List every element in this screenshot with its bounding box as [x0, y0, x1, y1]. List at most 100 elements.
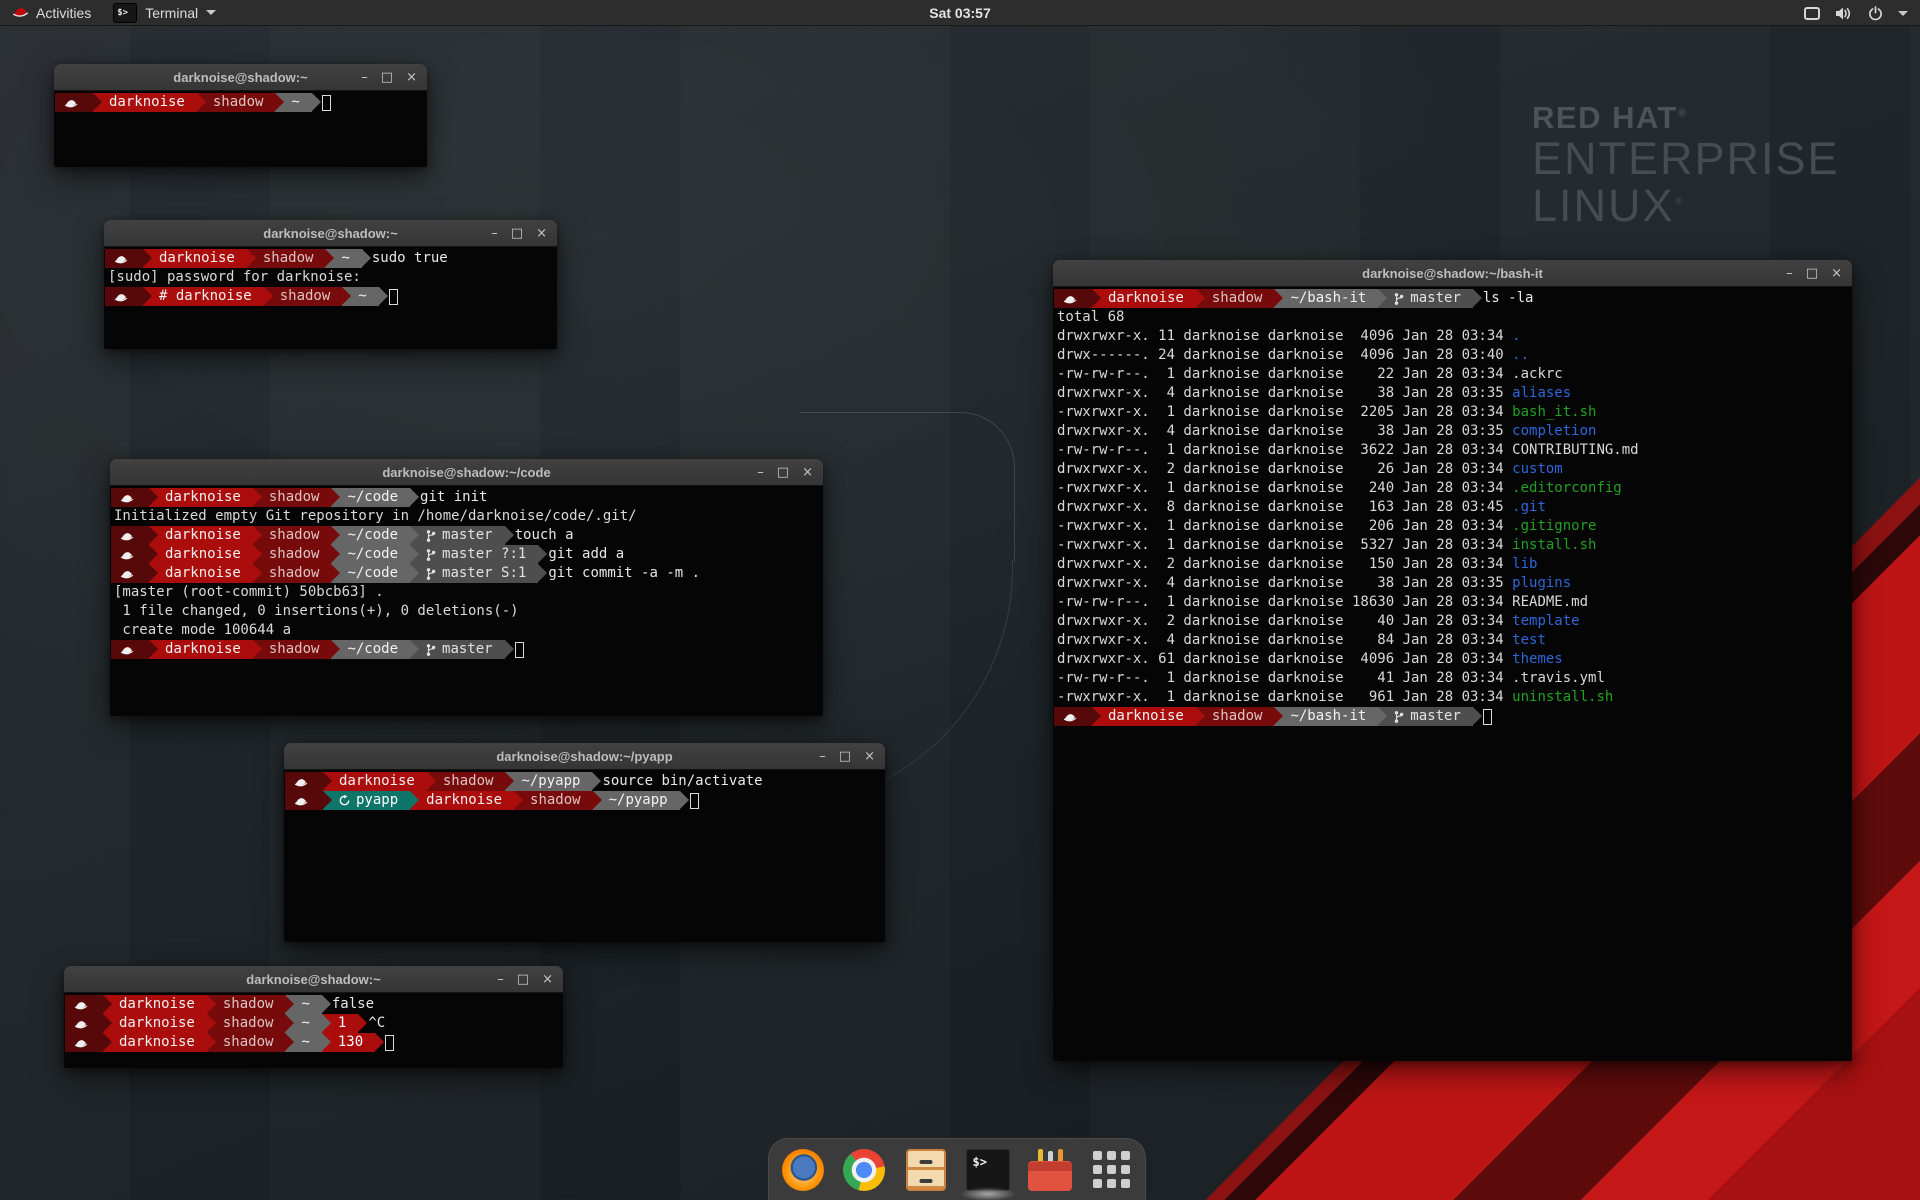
ls-row-filename: completion [1512, 422, 1596, 441]
ls-row-filename: test [1512, 631, 1546, 650]
terminal-icon: $> [966, 1149, 1010, 1191]
ls-row-meta: drwxrwxr-x. 4 darknoise darknoise 84 Jan… [1054, 631, 1512, 650]
minimize-button[interactable]: – [361, 64, 368, 91]
maximize-button[interactable]: □ [1806, 260, 1818, 287]
prompt-segment-hat [111, 564, 149, 583]
close-button[interactable]: × [536, 220, 547, 247]
maximize-button[interactable]: □ [517, 966, 529, 993]
close-button[interactable]: × [802, 459, 813, 486]
ls-row-meta: -rwxrwxr-x. 1 darknoise darknoise 240 Ja… [1054, 479, 1512, 498]
window-titlebar[interactable]: darknoise@shadow:~/bash-it –□ × [1053, 260, 1852, 287]
ls-row-meta: -rw-rw-r--. 1 darknoise darknoise 41 Jan… [1054, 669, 1512, 688]
terminal-body[interactable]: darknoiseshadow~/codegit initInitialized… [110, 486, 823, 716]
prompt-segment-user: darknoise [149, 488, 253, 507]
terminal-output-text: total 68 [1054, 308, 1124, 327]
terminal-line: drwxrwxr-x. 4 darknoise darknoise 84 Jan… [1054, 631, 1852, 650]
terminal-body[interactable]: darknoiseshadow~ [54, 91, 427, 167]
prompt-segment-hat [1054, 289, 1092, 308]
terminal-line: -rwxrwxr-x. 1 darknoise darknoise 240 Ja… [1054, 479, 1852, 498]
file-cabinet-icon [906, 1149, 946, 1191]
terminal-body[interactable]: darknoiseshadow~sudo true[sudo] password… [104, 247, 557, 349]
ls-row-meta: -rwxrwxr-x. 1 darknoise darknoise 206 Ja… [1054, 517, 1512, 536]
activities-button[interactable]: Activities [0, 0, 103, 25]
rhel-logo-linux: LINUX® [1532, 183, 1840, 230]
terminal-window[interactable]: darknoise@shadow:~–□×darknoiseshadow~fal… [64, 966, 563, 1068]
window-titlebar[interactable]: darknoise@shadow:~/code–□× [110, 459, 823, 486]
window-controls: –□ × [491, 220, 547, 247]
close-button[interactable]: × [542, 966, 553, 993]
display-icon [1804, 7, 1820, 20]
window-titlebar[interactable]: darknoise@shadow:~–□× [64, 966, 563, 993]
minimize-button[interactable]: – [819, 743, 826, 770]
prompt-segment-host: shadow [1196, 289, 1275, 308]
dock-item-toolbox[interactable] [1028, 1148, 1072, 1192]
ls-row-meta: -rwxrwxr-x. 1 darknoise darknoise 2205 J… [1054, 403, 1512, 422]
dock-item-firefox[interactable] [781, 1148, 825, 1192]
terminal-window[interactable]: darknoise@shadow:~/code–□×darknoiseshado… [110, 459, 823, 716]
dock: $> [768, 1138, 1146, 1200]
app-menu-terminal[interactable]: $> Terminal [103, 0, 226, 25]
toolbox-icon [1028, 1149, 1072, 1191]
prompt-segment-user: darknoise [323, 772, 427, 791]
maximize-button[interactable]: □ [381, 64, 393, 91]
prompt-segment-hat [65, 1014, 103, 1033]
prompt-segment-path: ~/code [331, 545, 410, 564]
window-titlebar[interactable]: darknoise@shadow:~–□× [54, 64, 427, 91]
ls-row-meta: -rw-rw-r--. 1 darknoise darknoise 3622 J… [1054, 441, 1512, 460]
prompt-segment-path: ~/pyapp [505, 772, 592, 791]
prompt-segment-host: shadow [253, 488, 332, 507]
window-titlebar[interactable]: darknoise@shadow:~–□× [104, 220, 557, 247]
window-controls: –□ × [819, 743, 875, 770]
activities-label: Activities [36, 5, 91, 21]
ls-row-filename: install.sh [1512, 536, 1596, 555]
prompt-segment-host: shadow [247, 249, 326, 268]
app-menu-label: Terminal [145, 5, 198, 21]
prompt-segment-path: ~/code [331, 564, 410, 583]
close-button[interactable]: × [864, 743, 875, 770]
terminal-line: darknoiseshadow~/pyappsource bin/activat… [285, 772, 885, 791]
maximize-button[interactable]: □ [839, 743, 851, 770]
terminal-window[interactable]: darknoise@shadow:~/bash-it –□ ×darknoisesh… [1053, 260, 1852, 1061]
terminal-output-text: create mode 100644 a [111, 621, 291, 640]
dock-item-app-grid[interactable] [1090, 1148, 1134, 1192]
minimize-button[interactable]: – [491, 220, 498, 247]
minimize-button[interactable]: – [497, 966, 504, 993]
prompt-segment-user: darknoise [93, 93, 197, 112]
minimize-button[interactable]: – [1786, 260, 1793, 287]
maximize-button[interactable]: □ [777, 459, 789, 486]
clock[interactable]: Sat 03:57 [929, 5, 990, 21]
dock-item-terminal[interactable]: $> [966, 1148, 1010, 1192]
command-text: ^C [368, 1014, 385, 1033]
prompt-segment-path: ~/code [331, 640, 410, 659]
close-button[interactable]: × [1831, 260, 1842, 287]
ls-row-meta: drwxrwxr-x. 2 darknoise darknoise 150 Ja… [1054, 555, 1512, 574]
ls-row-filename: .gitignore [1512, 517, 1596, 536]
prompt-segment-host: shadow [253, 640, 332, 659]
terminal-line: Initialized empty Git repository in /hom… [111, 507, 823, 526]
terminal-window[interactable]: darknoise@shadow:~–□×darknoiseshadow~sud… [104, 220, 557, 349]
window-titlebar[interactable]: darknoise@shadow:~/pyapp–□× [284, 743, 885, 770]
terminal-body[interactable]: darknoiseshadow~/bash-itmasterls -latota… [1053, 287, 1852, 1061]
terminal-body[interactable]: darknoiseshadow~falsedarknoiseshadow~1^C… [64, 993, 563, 1068]
prompt-segment-user: darknoise [410, 791, 514, 810]
volume-icon [1835, 6, 1853, 21]
system-tray[interactable] [1804, 0, 1908, 26]
terminal-window[interactable]: darknoise@shadow:~–□×darknoiseshadow~ [54, 64, 427, 167]
dock-item-files[interactable] [904, 1148, 948, 1192]
minimize-button[interactable]: – [757, 459, 764, 486]
window-controls: –□ × [361, 64, 417, 91]
firefox-icon [782, 1149, 824, 1191]
terminal-line: 1 file changed, 0 insertions(+), 0 delet… [111, 602, 823, 621]
terminal-cursor [389, 289, 398, 305]
terminal-window[interactable]: darknoise@shadow:~/pyapp–□×darknoiseshad… [284, 743, 885, 942]
close-button[interactable]: × [406, 64, 417, 91]
maximize-button[interactable]: □ [511, 220, 523, 247]
dock-item-chrome[interactable] [843, 1148, 887, 1192]
prompt-segment-git: master ?:1 [410, 545, 538, 564]
terminal-line: [sudo] password for darknoise: [105, 268, 557, 287]
terminal-line: darknoiseshadow~/codemaster S:1git commi… [111, 564, 823, 583]
prompt-segment-git: master [1378, 289, 1473, 308]
terminal-line: -rwxrwxr-x. 1 darknoise darknoise 961 Ja… [1054, 688, 1852, 707]
window-title: darknoise@shadow:~/bash-it [1362, 266, 1543, 281]
terminal-body[interactable]: darknoiseshadow~/pyappsource bin/activat… [284, 770, 885, 942]
